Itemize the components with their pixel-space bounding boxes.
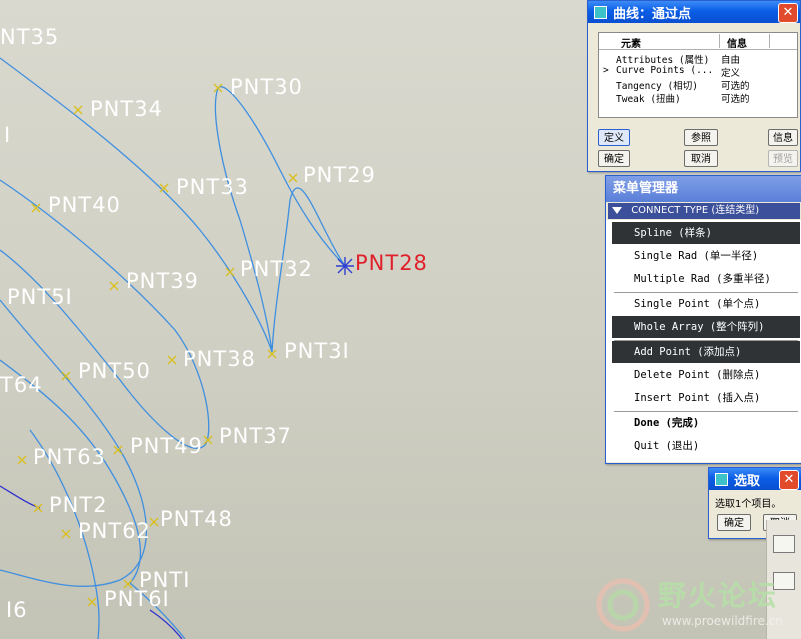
menu-manager-title: 菜单管理器 xyxy=(613,181,679,196)
point-label[interactable]: PNT34 xyxy=(90,97,163,121)
point-label[interactable]: PNT50 xyxy=(78,359,151,383)
menu-item-multiple-rad[interactable]: Multiple Rad (多重半径) xyxy=(612,268,800,290)
point-label[interactable]: PNT40 xyxy=(48,193,121,217)
point-label[interactable]: PNT33 xyxy=(176,175,249,199)
row-element: Attributes (属性) xyxy=(616,55,710,66)
app-icon xyxy=(594,5,607,19)
watermark-url: www.proewildfire.cn xyxy=(662,614,783,628)
table-row[interactable]: Tweak (扭曲) 可选的 xyxy=(599,91,797,105)
table-row[interactable]: > Curve Points (... 定义 xyxy=(599,65,797,79)
cancel-button[interactable]: 取消 xyxy=(684,150,718,167)
menu-section-header[interactable]: CONNECT TYPE (连结类型) xyxy=(608,203,800,219)
point-label[interactable]: PNT39 xyxy=(126,269,199,293)
selected-point-label[interactable]: PNT28 xyxy=(355,251,428,275)
row-info: 可选的 xyxy=(721,94,750,105)
point-label[interactable]: PNT5I xyxy=(7,285,73,309)
point-label[interactable]: PNT62 xyxy=(78,519,151,543)
row-info: 可选的 xyxy=(721,81,750,92)
close-icon[interactable]: ✕ xyxy=(778,3,798,23)
column-header-info: 信息 xyxy=(727,39,747,50)
collapse-triangle-icon xyxy=(612,206,622,214)
point-label[interactable]: PNT49 xyxy=(130,434,203,458)
menu-item-add-point[interactable]: Add Point (添加点) xyxy=(612,341,800,363)
select-ok-button[interactable]: 确定 xyxy=(717,514,751,531)
define-button[interactable]: 定义 xyxy=(598,129,630,146)
point-label[interactable]: PNT38 xyxy=(183,347,256,371)
curve-dialog-titlebar[interactable]: 曲线：通过点 ✕ xyxy=(588,1,800,23)
point-label[interactable]: PNT6I xyxy=(104,587,170,611)
curve-segment[interactable] xyxy=(0,179,210,449)
row-element: Tweak (扭曲) xyxy=(616,94,681,105)
point-label[interactable]: PNT30 xyxy=(230,75,303,99)
row-element: Curve Points (... xyxy=(616,65,714,76)
row-info: 定义 xyxy=(721,68,741,79)
watermark: 野火论坛 www.proewildfire.cn xyxy=(592,572,801,638)
elements-table: 元素 信息 Attributes (属性) 自由 > Curve Points … xyxy=(598,32,798,118)
info-button[interactable]: 信息 xyxy=(768,129,798,146)
menu-item-whole-array[interactable]: Whole Array (整个阵列) xyxy=(612,316,800,338)
point-label[interactable]: T64 xyxy=(0,373,43,397)
menu-item-spline[interactable]: Spline (样条) xyxy=(612,222,800,244)
watermark-text: 野火论坛 xyxy=(658,579,779,612)
point-markers xyxy=(17,83,298,607)
table-header: 元素 信息 xyxy=(599,33,797,50)
curve-dialog: 曲线：通过点 ✕ 元素 信息 Attributes (属性) 自由 > Curv… xyxy=(587,0,801,172)
row-info: 自由 xyxy=(721,55,741,66)
select-dialog-titlebar[interactable]: 选取 ✕ xyxy=(709,468,801,490)
point-label[interactable]: PNT63 xyxy=(33,445,106,469)
point-label[interactable]: I xyxy=(4,123,11,147)
column-divider xyxy=(769,34,770,48)
references-button[interactable]: 参照 xyxy=(684,129,718,146)
datum-icon[interactable] xyxy=(773,535,795,553)
column-header-element: 元素 xyxy=(621,39,641,50)
menu-manager-titlebar[interactable]: 菜单管理器 xyxy=(606,176,801,202)
select-dialog-message: 选取1个项目。 xyxy=(715,499,782,510)
point-label[interactable]: PNT48 xyxy=(160,507,233,531)
menu-item-done[interactable]: Done (完成) xyxy=(612,412,800,434)
point-label[interactable]: PNT2 xyxy=(49,493,108,517)
point-label[interactable]: PNT29 xyxy=(303,163,376,187)
table-row[interactable]: Tangency (相切) 可选的 xyxy=(599,78,797,92)
selected-point-marker[interactable] xyxy=(336,257,354,275)
point-label[interactable]: PNT32 xyxy=(240,257,313,281)
app-icon xyxy=(715,472,728,486)
point-label[interactable]: I6 xyxy=(6,598,28,622)
curve-dialog-title: 曲线：通过点 xyxy=(613,6,692,22)
preview-button: 预览 xyxy=(768,150,798,167)
table-row[interactable]: Attributes (属性) 自由 xyxy=(599,52,797,66)
close-icon[interactable]: ✕ xyxy=(779,470,799,490)
point-label[interactable]: PNT37 xyxy=(219,424,292,448)
point-label[interactable]: PNT3I xyxy=(284,339,350,363)
row-element: Tangency (相切) xyxy=(616,81,698,92)
row-marker: > xyxy=(603,65,609,76)
menu-item-insert-point[interactable]: Insert Point (插入点) xyxy=(612,387,800,409)
menu-items-panel: Spline (样条) Single Rad (单一半径) Multiple R… xyxy=(606,220,801,462)
menu-item-single-point[interactable]: Single Point (单个点) xyxy=(612,293,800,315)
ok-button[interactable]: 确定 xyxy=(598,150,630,167)
menu-item-quit[interactable]: Quit (退出) xyxy=(612,435,800,457)
column-divider xyxy=(719,34,720,48)
watermark-logo-icon xyxy=(596,578,650,632)
curve-segment[interactable] xyxy=(0,299,148,587)
menu-item-single-rad[interactable]: Single Rad (单一半径) xyxy=(612,245,800,267)
menu-section-label: CONNECT TYPE (连结类型) xyxy=(631,205,760,216)
menu-manager: 菜单管理器 CONNECT TYPE (连结类型) Spline (样条) Si… xyxy=(605,175,801,464)
curve-segment[interactable] xyxy=(149,609,183,639)
point-label[interactable]: NT35 xyxy=(0,25,59,49)
menu-item-delete-point[interactable]: Delete Point (删除点) xyxy=(612,364,800,386)
select-dialog-title: 选取 xyxy=(734,473,761,489)
